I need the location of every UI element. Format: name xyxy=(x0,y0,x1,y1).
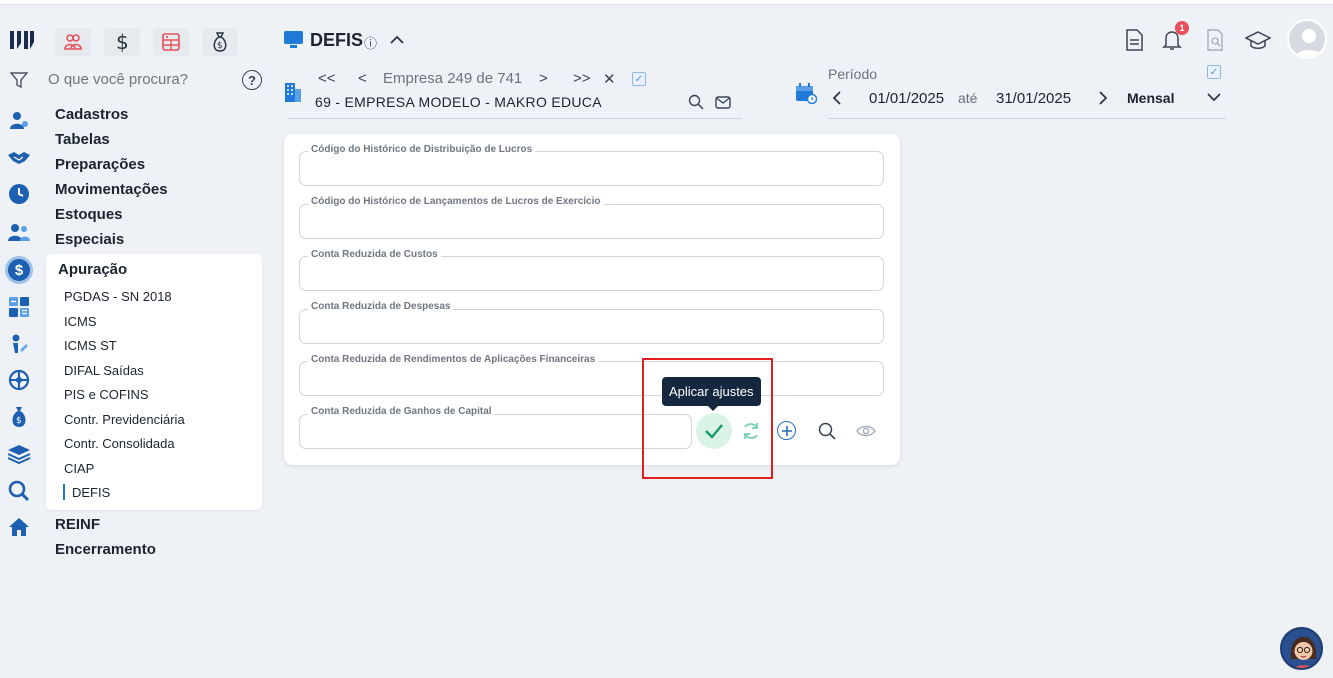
document-search-icon[interactable] xyxy=(1204,29,1226,51)
periodo-mode-select[interactable]: Mensal xyxy=(1127,90,1174,106)
svg-text:$: $ xyxy=(16,416,22,426)
info-icon[interactable]: ⓘ xyxy=(364,33,377,52)
field-label: Conta Reduzida de Ganhos de Capital xyxy=(308,406,495,417)
add-icon[interactable] xyxy=(777,421,796,440)
filter-icon[interactable] xyxy=(10,72,28,88)
app-logo[interactable] xyxy=(8,28,36,59)
chevron-up-icon[interactable] xyxy=(388,32,406,48)
highlight-box xyxy=(642,358,773,479)
company-underline xyxy=(288,118,742,119)
submenu-item-icms-st[interactable]: ICMS ST xyxy=(64,338,117,353)
periodo-underline xyxy=(828,118,1226,119)
dollar-icon[interactable]: $ xyxy=(104,28,140,56)
user-avatar[interactable] xyxy=(1287,19,1327,59)
calendar-icon xyxy=(795,82,817,104)
periodo-prev-icon[interactable] xyxy=(830,90,844,106)
search-menu-icon[interactable] xyxy=(7,480,31,502)
active-indicator xyxy=(63,484,65,500)
periodo-checkbox[interactable]: ✓ xyxy=(1207,65,1221,79)
field-label: Código do Histórico de Distribuição de L… xyxy=(308,144,536,155)
calculator-grid-icon[interactable] xyxy=(7,296,31,318)
company-search-icon[interactable] xyxy=(688,94,704,110)
periodo-start-date[interactable]: 01/01/2025 xyxy=(869,90,944,107)
svg-text:$: $ xyxy=(217,41,223,51)
periodo-next-icon[interactable] xyxy=(1096,90,1110,106)
team-icon[interactable] xyxy=(7,221,31,243)
periodo-label: Período xyxy=(828,66,878,82)
calculator-icon[interactable] xyxy=(153,28,189,56)
company-name[interactable]: 69 - EMPRESA MODELO - MAKRO EDUCA xyxy=(315,94,602,110)
menu-movimentacoes[interactable]: Movimentações xyxy=(55,181,168,198)
help-icon[interactable]: ? xyxy=(242,70,262,90)
building-icon xyxy=(283,80,303,104)
notification-badge: 1 xyxy=(1175,21,1189,35)
submenu-item-pis-cofins[interactable]: PIS e COFINS xyxy=(64,387,149,402)
money-sack-icon[interactable]: $ xyxy=(7,406,31,428)
menu-cadastros[interactable]: Cadastros xyxy=(55,106,128,123)
periodo-end-date[interactable]: 31/01/2025 xyxy=(996,90,1071,107)
submenu-item-defis[interactable]: DEFIS xyxy=(72,485,110,500)
clock-icon[interactable] xyxy=(7,183,31,205)
search-icon[interactable] xyxy=(816,420,838,442)
search-input[interactable] xyxy=(48,71,228,88)
submenu-item-difal[interactable]: DIFAL Saídas xyxy=(64,363,144,378)
top-border xyxy=(0,0,1333,5)
svg-text:$: $ xyxy=(116,31,129,53)
user-settings-icon[interactable] xyxy=(7,109,31,131)
menu-apuracao[interactable]: Apuração xyxy=(58,261,127,278)
graduation-cap-icon[interactable] xyxy=(1245,29,1271,51)
field-label: Código do Histórico de Lançamentos de Lu… xyxy=(308,196,604,207)
field-conta-despesas[interactable] xyxy=(299,309,884,344)
people-icon[interactable] xyxy=(55,28,91,56)
handshake-icon[interactable] xyxy=(7,147,31,169)
submenu-item-contr-consolidada[interactable]: Contr. Consolidada xyxy=(64,436,175,451)
field-historico-lancamentos[interactable] xyxy=(299,204,884,239)
field-label: Conta Reduzida de Custos xyxy=(308,249,441,260)
menu-reinf[interactable]: REINF xyxy=(55,516,100,533)
last-company-button[interactable]: >> xyxy=(573,70,591,87)
page-title: DEFIS xyxy=(310,30,364,50)
assistant-avatar[interactable] xyxy=(1280,627,1323,670)
periodo-separator: até xyxy=(958,90,978,106)
close-company-button[interactable]: ✕ xyxy=(603,70,616,88)
field-label: Conta Reduzida de Rendimentos de Aplicaç… xyxy=(308,354,599,365)
monitor-icon xyxy=(284,31,303,48)
company-counter: Empresa 249 de 741 xyxy=(383,70,523,87)
money-bag-icon[interactable]: $ xyxy=(202,28,238,56)
first-company-button[interactable]: << xyxy=(318,70,336,87)
company-checkbox[interactable]: ✓ xyxy=(632,72,646,86)
menu-encerramento[interactable]: Encerramento xyxy=(55,541,156,558)
network-icon[interactable] xyxy=(7,369,31,391)
submenu-item-pgdas[interactable]: PGDAS - SN 2018 xyxy=(64,289,172,304)
field-historico-distribuicao[interactable] xyxy=(299,151,884,186)
layers-icon[interactable] xyxy=(7,443,31,465)
menu-preparacoes[interactable]: Preparações xyxy=(55,156,145,173)
edit-person-icon[interactable] xyxy=(7,333,31,355)
eye-icon[interactable] xyxy=(855,421,877,441)
mail-icon[interactable] xyxy=(715,95,731,109)
field-conta-rendimentos[interactable] xyxy=(299,361,884,396)
field-conta-custos[interactable] xyxy=(299,256,884,291)
home-icon[interactable] xyxy=(7,516,31,538)
chevron-down-icon[interactable] xyxy=(1205,90,1223,104)
menu-tabelas[interactable]: Tabelas xyxy=(55,131,110,148)
menu-estoques[interactable]: Estoques xyxy=(55,206,123,223)
field-conta-ganhos-capital[interactable] xyxy=(299,414,692,449)
submenu-item-icms[interactable]: ICMS xyxy=(64,314,97,329)
field-label: Conta Reduzida de Despesas xyxy=(308,301,454,312)
submenu-item-ciap[interactable]: CIAP xyxy=(64,461,94,476)
submenu-item-contr-previdenciaria[interactable]: Contr. Previdenciária xyxy=(64,412,185,427)
document-icon[interactable] xyxy=(1123,29,1145,51)
menu-especiais[interactable]: Especiais xyxy=(55,231,124,248)
prev-company-button[interactable]: < xyxy=(358,70,367,87)
apuracao-dollar-icon[interactable]: $ xyxy=(5,256,33,284)
next-company-button[interactable]: > xyxy=(539,70,548,87)
